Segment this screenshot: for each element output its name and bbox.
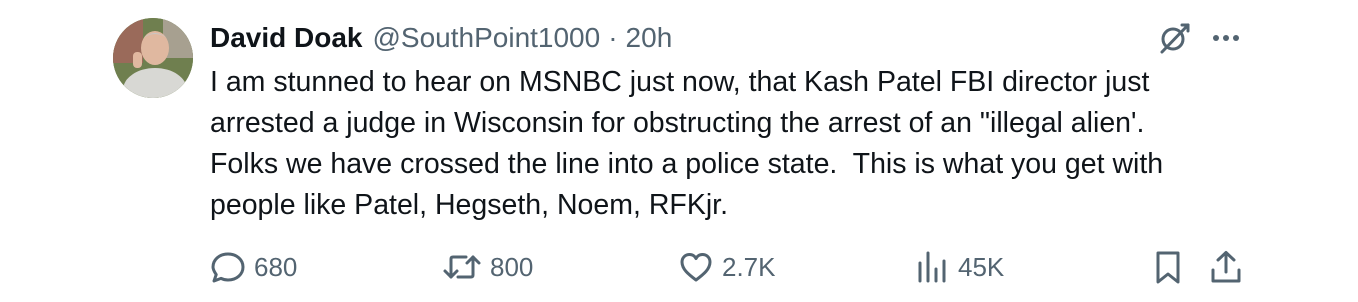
reply-button[interactable]: 680 bbox=[210, 244, 297, 290]
bookmark-button[interactable] bbox=[1150, 244, 1186, 290]
reply-icon bbox=[211, 252, 245, 283]
avatar-photo bbox=[113, 18, 193, 98]
repost-icon bbox=[443, 255, 481, 279]
author-name[interactable]: David Doak bbox=[210, 22, 363, 54]
views-icon bbox=[918, 251, 946, 283]
timestamp[interactable]: 20h bbox=[626, 22, 673, 54]
action-bar: 680 800 2.7K 45K bbox=[0, 244, 1358, 290]
like-button[interactable]: 2.7K bbox=[678, 244, 776, 290]
share-icon bbox=[1211, 251, 1241, 283]
author-handle[interactable]: @SouthPoint1000 bbox=[373, 22, 601, 54]
heart-icon bbox=[680, 253, 712, 282]
separator-dot: · bbox=[608, 22, 618, 53]
tweet-header: David Doak @SouthPoint1000 · 20h bbox=[210, 18, 672, 58]
views-button[interactable]: 45K bbox=[914, 244, 1004, 290]
bookmark-icon bbox=[1156, 251, 1180, 284]
like-count: 2.7K bbox=[722, 251, 776, 282]
avatar[interactable] bbox=[113, 18, 193, 98]
more-icon[interactable] bbox=[1208, 22, 1244, 54]
view-count: 45K bbox=[958, 251, 1005, 282]
repost-button[interactable]: 800 bbox=[442, 244, 533, 290]
tweet-text: I am stunned to hear on MSNBC just now, … bbox=[210, 66, 1164, 221]
reply-count: 680 bbox=[254, 251, 298, 282]
tweet[interactable]: David Doak @SouthPoint1000 · 20h I am st… bbox=[0, 0, 1358, 302]
share-button[interactable] bbox=[1208, 244, 1244, 290]
repost-count: 800 bbox=[490, 251, 534, 282]
grok-icon[interactable] bbox=[1156, 20, 1192, 56]
